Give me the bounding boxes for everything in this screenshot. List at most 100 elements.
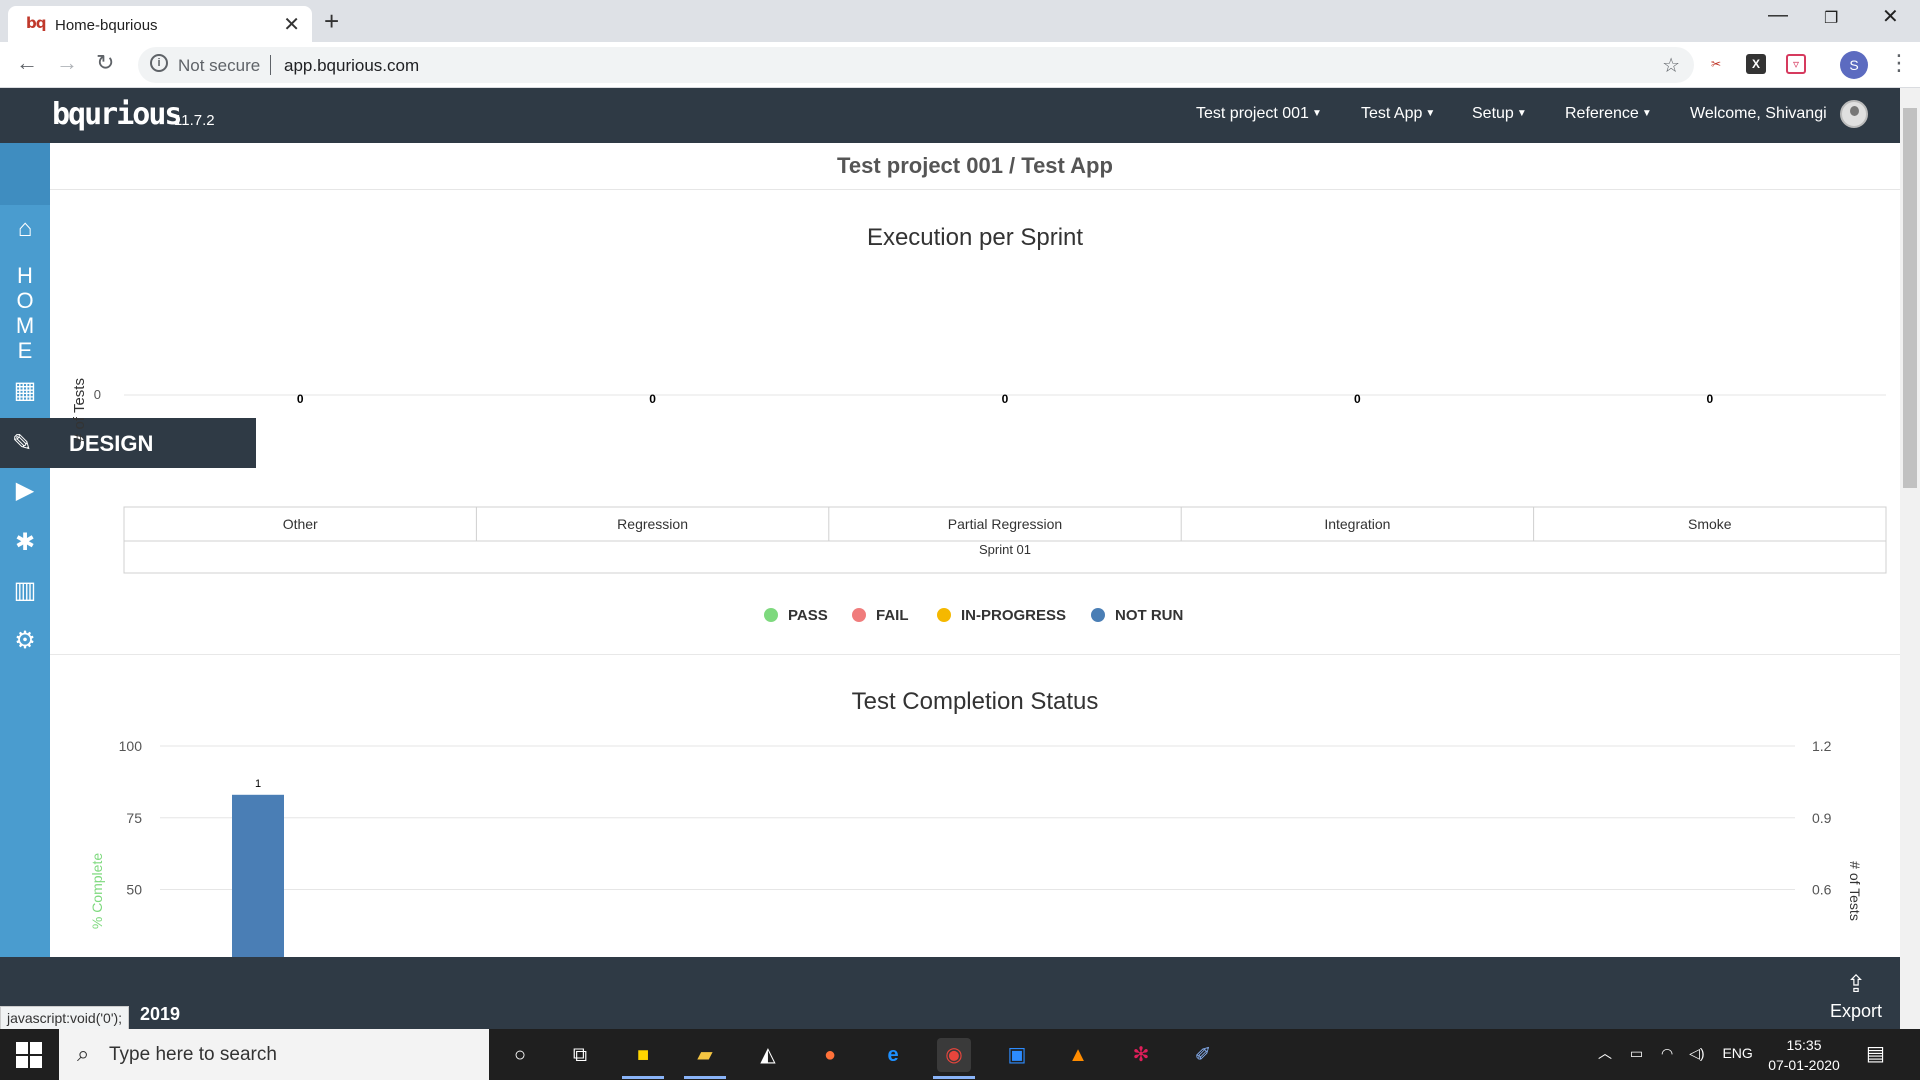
home-letter: E [17, 338, 33, 363]
bars-group: 1 [232, 778, 284, 957]
welcome-user-menu[interactable]: Welcome, Shivangi [1690, 105, 1827, 123]
side-navigation: ⌂ H O M E ▦ ▶ ✱ ▥ ⚙ [0, 143, 50, 957]
bqurious-logo[interactable]: bqurious [52, 97, 182, 132]
paint-icon[interactable]: ✐ [1186, 1038, 1220, 1072]
task-view-icon[interactable]: ⧉ [563, 1038, 597, 1072]
legend-item-pass[interactable]: PASS [764, 607, 828, 624]
home-vertical-label[interactable]: H O M E [12, 263, 38, 363]
bookmark-star-icon[interactable]: ☆ [1662, 53, 1680, 78]
chart-title-execution-per-sprint: Execution per Sprint [866, 224, 1084, 251]
language-indicator[interactable]: ENG [1722, 1045, 1752, 1061]
bar-data-label: 1 [255, 778, 261, 790]
project-menu-label: Test project 001 [1196, 105, 1309, 122]
export-label: Export [1829, 1001, 1883, 1021]
project-menu[interactable]: Test project 001 ▼ [1196, 105, 1322, 123]
new-tab-icon[interactable]: + [324, 6, 339, 37]
app-menu-label: Test App [1361, 105, 1423, 122]
taskbar-search-box[interactable]: ⌕ Type here to search [59, 1029, 489, 1080]
slack-icon[interactable]: ✻ [1124, 1038, 1158, 1072]
edge-icon[interactable]: e [876, 1038, 910, 1072]
forward-arrow-icon[interactable]: → [56, 50, 78, 76]
home-letter: H [17, 263, 33, 288]
right-tick-label: 0.6 [1812, 882, 1832, 898]
y-tick-label: 0 [94, 387, 101, 402]
extension-pocket-icon[interactable]: ▿ [1786, 54, 1806, 74]
left-tick-label: 100 [119, 738, 143, 754]
sticky-notes-icon[interactable]: ■ [622, 1038, 664, 1079]
app-menu[interactable]: Test App ▼ [1361, 105, 1435, 123]
photos-app-icon[interactable]: ◭ [751, 1038, 785, 1072]
info-icon[interactable]: i [150, 54, 168, 72]
zoom-icon[interactable]: ▣ [1000, 1038, 1034, 1072]
legend-item-not-run[interactable]: NOT RUN [1091, 607, 1183, 624]
chrome-icon[interactable]: ◉ [933, 1038, 975, 1079]
extension-x-icon[interactable]: X [1746, 54, 1766, 74]
omnibox-divider [270, 55, 271, 75]
gears-icon[interactable]: ⚙ [0, 626, 50, 655]
calendar-icon[interactable]: ▦ [0, 376, 50, 405]
vlc-icon[interactable]: ▲ [1061, 1038, 1095, 1072]
execution-per-sprint-chart: # of Tests 0 0 0 0 0 0 Other Regression Partia… [71, 378, 1887, 574]
caret-down-icon: ▼ [1311, 108, 1322, 119]
pencil-icon: ✎ [12, 430, 33, 457]
data-labels-group: 0 0 0 0 0 [297, 392, 1714, 406]
restore-icon[interactable]: ❐ [1824, 8, 1838, 28]
battery-icon[interactable]: ▭ [1630, 1045, 1643, 1061]
clock-date: 07-01-2020 [1768, 1057, 1840, 1073]
minimize-icon[interactable]: — [1768, 4, 1788, 27]
setup-menu[interactable]: Setup ▼ [1472, 105, 1527, 123]
scrollbar-thumb[interactable] [1903, 108, 1917, 488]
volume-icon[interactable]: ◁) [1689, 1045, 1704, 1061]
tab-title: Home-bqurious [55, 17, 158, 34]
url-text[interactable]: app.bqurious.com [284, 56, 419, 76]
legend-dot [937, 608, 951, 622]
security-label[interactable]: Not secure [178, 56, 260, 76]
cortana-icon[interactable]: ○ [503, 1038, 537, 1072]
file-explorer-icon[interactable]: ▰ [684, 1038, 726, 1079]
close-window-icon[interactable]: ✕ [1882, 4, 1899, 29]
browser-tab-strip: bq Home-bqurious ✕ + — ❐ ✕ [0, 0, 1920, 42]
bug-icon[interactable]: ✱ [0, 528, 50, 557]
browser-menu-icon[interactable]: ⋮ [1888, 50, 1910, 76]
notification-center-icon[interactable]: ▤ [1866, 1041, 1885, 1066]
page-title-bar: Test project 001 / Test App [50, 143, 1900, 190]
windows-start-icon[interactable] [16, 1042, 42, 1068]
profile-avatar[interactable]: S [1840, 51, 1868, 79]
reference-menu[interactable]: Reference ▼ [1565, 105, 1652, 123]
taskbar-clock[interactable]: 15:35 07-01-2020 [1765, 1035, 1843, 1075]
legend-dot [1091, 608, 1105, 622]
wifi-icon[interactable]: ◠ [1661, 1045, 1673, 1061]
legend-item-in-progress[interactable]: IN-PROGRESS [937, 607, 1066, 624]
data-label: 0 [649, 392, 656, 406]
left-tick-label: 75 [126, 810, 142, 826]
completion-bar[interactable] [232, 794, 284, 957]
data-label: 0 [297, 392, 304, 406]
caret-down-icon: ▼ [1425, 108, 1436, 119]
windows-taskbar: ⌕ Type here to search ○ ⧉ ■ ▰ ◭ ● e ◉ ▣ … [0, 1029, 1920, 1080]
left-axis-label: % Complete [89, 853, 105, 929]
setup-menu-label: Setup [1472, 105, 1514, 122]
category-labels-group: Other Regression Partial Regression Integra… [283, 507, 1732, 541]
extension-sc-icon[interactable]: ✂ [1706, 54, 1726, 74]
right-tick-label: 1.2 [1812, 738, 1832, 754]
home-icon[interactable]: ⌂ [0, 215, 50, 243]
address-bar[interactable]: i Not secure app.bqurious.com ☆ [138, 47, 1694, 83]
clock-time: 15:35 [1786, 1037, 1822, 1053]
search-placeholder: Type here to search [109, 1044, 277, 1065]
chevron-up-icon[interactable]: ︿ [1598, 1045, 1612, 1061]
back-arrow-icon[interactable]: ← [16, 50, 38, 76]
reload-icon[interactable]: ↻ [96, 50, 114, 76]
legend-item-fail[interactable]: FAIL [852, 607, 909, 624]
group-label: Sprint 01 [979, 542, 1031, 557]
reference-menu-label: Reference [1565, 105, 1639, 122]
play-icon[interactable]: ▶ [0, 476, 50, 505]
export-button[interactable]: ⇪ Export [1826, 970, 1886, 1022]
app-header: bqurious 11.7.2 Test project 001 ▼ Test A… [0, 88, 1900, 143]
bar-chart-icon[interactable]: ▥ [0, 576, 50, 605]
firefox-icon[interactable]: ● [813, 1038, 847, 1072]
legend-label: IN-PROGRESS [961, 607, 1067, 624]
user-avatar-icon[interactable] [1840, 100, 1868, 128]
close-tab-icon[interactable]: ✕ [283, 12, 300, 37]
browser-tab[interactable]: bq Home-bqurious ✕ [8, 6, 312, 42]
status-link-tooltip: javascript:void('0'); [0, 1006, 130, 1030]
